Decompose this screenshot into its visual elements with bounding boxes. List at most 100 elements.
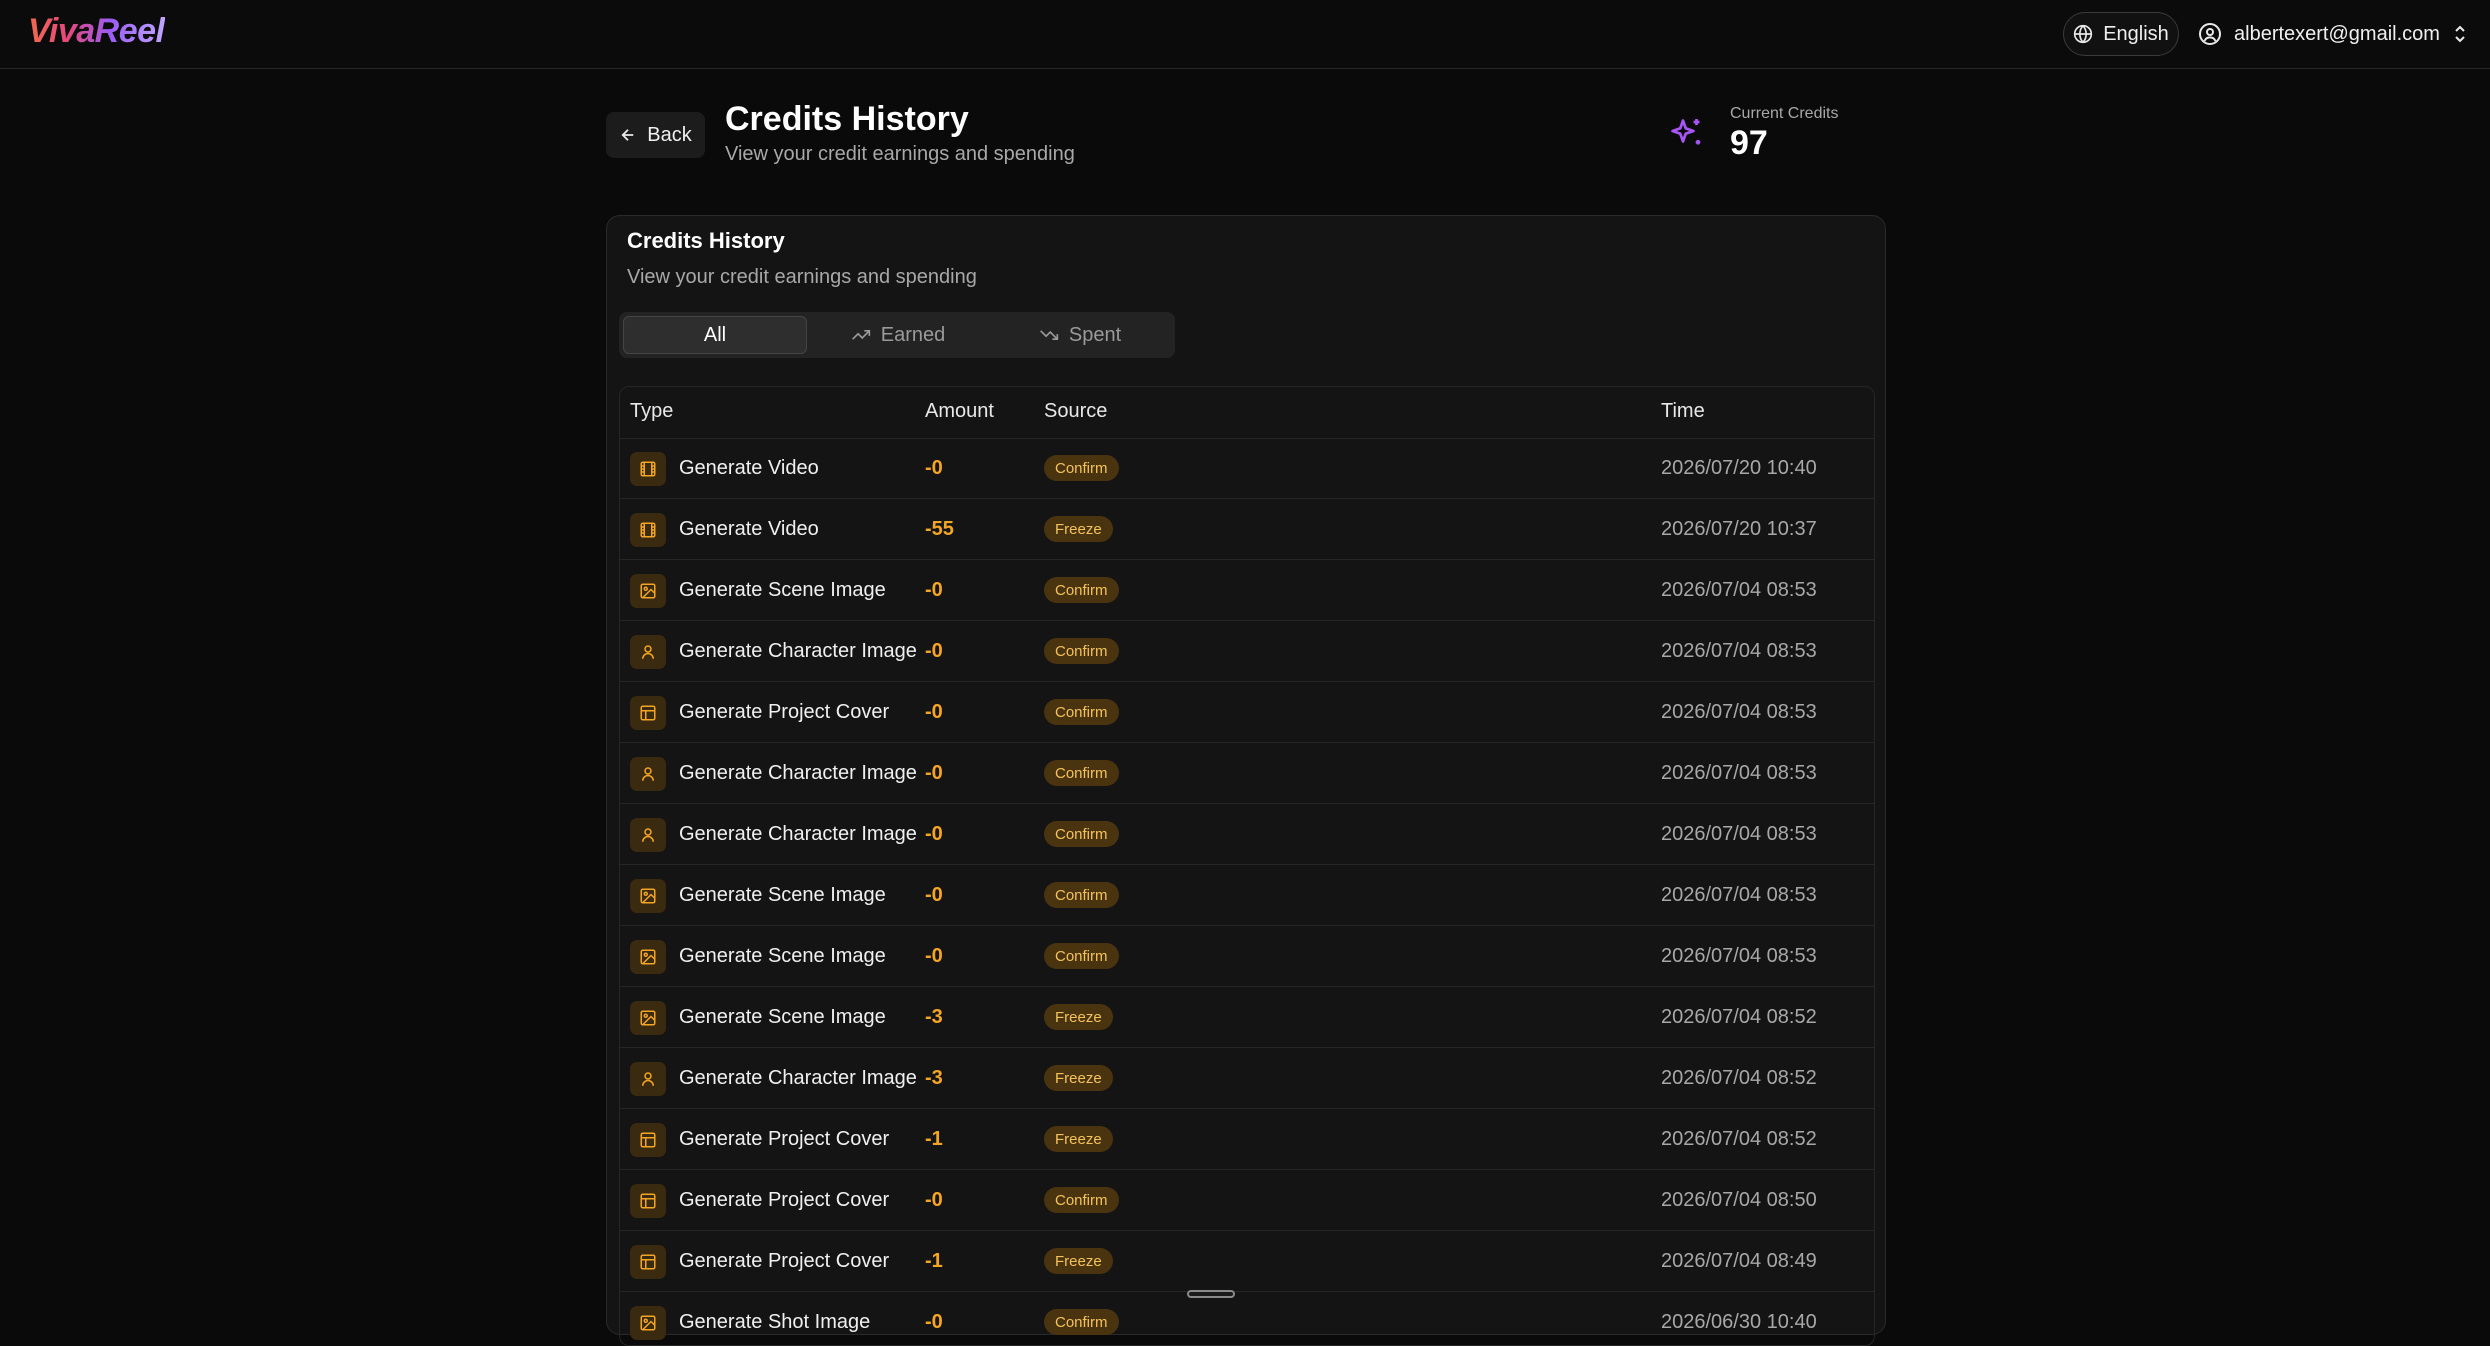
back-button[interactable]: Back	[606, 112, 705, 158]
table-row: Generate Video -55 Freeze 2026/07/20 10:37	[620, 499, 1874, 560]
globe-icon	[2073, 24, 2093, 44]
tab-spent-label: Spent	[1068, 323, 1122, 346]
image-icon	[630, 1306, 666, 1340]
table-row: Generate Scene Image -0 Confirm 2026/07/04 …	[620, 560, 1874, 621]
row-type: Generate Video	[679, 518, 819, 540]
row-type: Generate Project Cover	[679, 701, 890, 723]
row-amount: -0	[925, 884, 943, 906]
column-source: Source	[1044, 400, 1108, 422]
row-source-badge: Freeze	[1044, 516, 1113, 542]
row-time: 2026/07/04 08:52	[1661, 1128, 1817, 1150]
column-type: Type	[630, 400, 674, 422]
row-amount: -0	[925, 1311, 943, 1333]
layout-icon	[630, 696, 666, 730]
row-source-badge: Confirm	[1044, 882, 1119, 908]
tab-earned-label: Earned	[880, 323, 946, 346]
credits-table: Type Amount Source Time Generate Video -0…	[619, 386, 1875, 1346]
row-time: 2026/07/04 08:50	[1661, 1189, 1817, 1211]
row-source-badge: Freeze	[1044, 1248, 1113, 1274]
row-source-badge: Freeze	[1044, 1126, 1113, 1152]
user-icon	[630, 757, 666, 791]
current-credits-value: 97	[1730, 124, 1768, 162]
table-header: Type Amount Source Time	[620, 387, 1874, 439]
layout-icon	[630, 1123, 666, 1157]
card-title: Credits History	[627, 228, 785, 253]
tab-all-label: All	[703, 323, 727, 346]
row-source-badge: Confirm	[1044, 943, 1119, 969]
card-subtitle: View your credit earnings and spending	[627, 266, 977, 288]
film-icon	[630, 513, 666, 547]
table-row: Generate Character Image -0 Confirm 2026/07…	[620, 804, 1874, 865]
row-type: Generate Character Image	[679, 762, 917, 784]
trending-up-icon	[851, 325, 871, 345]
tab-earned[interactable]: Earned	[807, 316, 989, 354]
current-credits-label: Current Credits	[1730, 105, 1839, 122]
row-type: Generate Shot Image	[679, 1311, 871, 1333]
language-selector[interactable]: English	[2063, 12, 2179, 56]
user-circle-icon	[2198, 22, 2222, 46]
row-type: Generate Project Cover	[679, 1250, 890, 1272]
row-amount: -0	[925, 579, 943, 601]
column-time: Time	[1661, 400, 1705, 422]
row-source-badge: Confirm	[1044, 577, 1119, 603]
row-time: 2026/07/04 08:52	[1661, 1067, 1817, 1089]
row-source-badge: Confirm	[1044, 455, 1119, 481]
row-type: Generate Project Cover	[679, 1128, 890, 1150]
row-time: 2026/06/30 10:40	[1661, 1311, 1817, 1333]
row-amount: -3	[925, 1006, 943, 1028]
tab-all[interactable]: All	[623, 316, 807, 354]
row-source-badge: Confirm	[1044, 638, 1119, 664]
row-type: Generate Character Image	[679, 823, 917, 845]
row-time: 2026/07/04 08:53	[1661, 701, 1817, 723]
row-type: Generate Character Image	[679, 1067, 917, 1089]
image-icon	[630, 879, 666, 913]
logo[interactable]: VivaReel	[28, 12, 165, 51]
row-source-badge: Confirm	[1044, 760, 1119, 786]
row-amount: -55	[925, 518, 954, 540]
row-source-badge: Confirm	[1044, 699, 1119, 725]
trending-down-icon	[1039, 325, 1059, 345]
row-type: Generate Character Image	[679, 640, 917, 662]
row-source-badge: Freeze	[1044, 1065, 1113, 1091]
tab-spent[interactable]: Spent	[989, 316, 1171, 354]
table-row: Generate Scene Image -3 Freeze 2026/07/04 0…	[620, 987, 1874, 1048]
row-source-badge: Confirm	[1044, 1187, 1119, 1213]
row-time: 2026/07/04 08:53	[1661, 579, 1817, 601]
user-menu[interactable]: albertexert@gmail.com	[2198, 12, 2468, 56]
user-icon	[630, 1062, 666, 1096]
row-source-badge: Confirm	[1044, 821, 1119, 847]
row-amount: -1	[925, 1250, 943, 1272]
row-amount: -0	[925, 762, 943, 784]
page-subtitle: View your credit earnings and spending	[725, 143, 1075, 165]
row-type: Generate Scene Image	[679, 579, 886, 601]
layout-icon	[630, 1184, 666, 1218]
back-label: Back	[647, 123, 692, 146]
row-amount: -0	[925, 640, 943, 662]
row-amount: -0	[925, 945, 943, 967]
table-row: Generate Project Cover -1 Freeze 2026/07/04…	[620, 1109, 1874, 1170]
top-bar: VivaReel English albertexert@gmail.com	[0, 0, 2490, 69]
row-type: Generate Scene Image	[679, 884, 886, 906]
row-type: Generate Video	[679, 457, 819, 479]
table-row: Generate Project Cover -0 Confirm 2026/07/0…	[620, 1170, 1874, 1231]
row-type: Generate Scene Image	[679, 945, 886, 967]
credits-history-card: Credits History View your credit earning…	[606, 215, 1886, 1346]
table-row: Generate Shot Image -0 Confirm 2026/06/30 1…	[620, 1292, 1874, 1345]
row-time: 2026/07/04 08:53	[1661, 884, 1817, 906]
scroll-handle[interactable]	[1187, 1290, 1235, 1298]
film-icon	[630, 452, 666, 486]
row-time: 2026/07/20 10:40	[1661, 457, 1817, 479]
user-icon	[630, 818, 666, 852]
table-row: Generate Project Cover -0 Confirm 2026/07/0…	[620, 682, 1874, 743]
row-amount: -3	[925, 1067, 943, 1089]
row-amount: -1	[925, 1128, 943, 1150]
table-row: Generate Character Image -0 Confirm 2026/07…	[620, 621, 1874, 682]
row-source-badge: Confirm	[1044, 1309, 1119, 1335]
column-amount: Amount	[925, 400, 994, 422]
page-title: Credits History	[725, 100, 969, 138]
row-time: 2026/07/04 08:53	[1661, 762, 1817, 784]
table-row: Generate Scene Image -0 Confirm 2026/07/04 …	[620, 865, 1874, 926]
image-icon	[630, 574, 666, 608]
row-time: 2026/07/04 08:53	[1661, 945, 1817, 967]
row-time: 2026/07/20 10:37	[1661, 518, 1817, 540]
